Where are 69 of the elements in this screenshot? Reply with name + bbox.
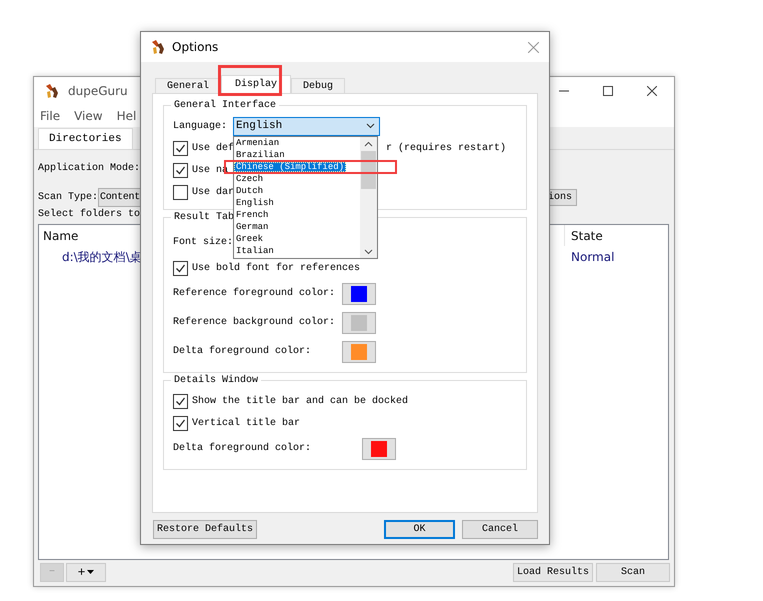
language-label: Language: xyxy=(173,120,228,132)
dropdown-option[interactable]: German xyxy=(234,222,270,232)
tab[interactable]: Directories xyxy=(38,128,133,149)
application-mode-label: Application Mode: xyxy=(38,163,140,175)
color-label: Reference background color: xyxy=(173,317,336,328)
checkbox[interactable] xyxy=(173,162,188,178)
menu-item[interactable]: Hel xyxy=(116,108,136,122)
checkbox[interactable] xyxy=(173,394,188,408)
color-picker-button[interactable] xyxy=(342,340,376,362)
app-logo-icon xyxy=(44,82,60,98)
scan-type-label: Scan Type: xyxy=(38,192,98,203)
cancel-button[interactable]: Cancel xyxy=(462,520,538,539)
check-icon xyxy=(175,396,186,406)
checkbox[interactable] xyxy=(173,140,188,156)
load-results-button[interactable]: Load Results xyxy=(513,562,593,582)
color-label: Delta foreground color: xyxy=(173,346,312,357)
close-icon[interactable] xyxy=(647,86,657,96)
dropdown-option[interactable]: Armenian xyxy=(234,138,282,148)
color-picker-button[interactable] xyxy=(342,312,376,334)
select-folders-label: Select folders to xyxy=(38,209,140,222)
checkbox-label: r (requires restart) xyxy=(386,142,506,154)
check-icon xyxy=(175,262,186,274)
menu-item[interactable]: File xyxy=(40,108,60,122)
table-cell-text: d:\我的文档\桌 xyxy=(61,248,142,266)
dialog-title: Options xyxy=(172,40,218,54)
color-label: Delta foreground color: xyxy=(173,443,312,454)
dropdown-option[interactable]: Italian xyxy=(234,246,276,256)
checkbox-label: Vertical title bar xyxy=(192,418,300,428)
scroll-down-icon[interactable] xyxy=(364,248,373,254)
dropdown-option[interactable]: Chinese (Simplified) xyxy=(234,162,346,172)
color-picker-button[interactable] xyxy=(342,282,376,304)
checkbox[interactable] xyxy=(173,184,188,200)
color-label: Reference foreground color: xyxy=(173,288,336,299)
group-title: Details Window xyxy=(173,375,260,386)
caret-icon xyxy=(87,570,94,574)
tab[interactable]: Display xyxy=(221,75,292,93)
dropdown-option[interactable]: Brazilian xyxy=(234,150,287,160)
dropdown-option[interactable]: Dutch xyxy=(234,186,266,196)
table-cell-text: Normal xyxy=(570,249,616,266)
checkbox[interactable] xyxy=(173,416,188,430)
checkbox-label: Use bold font for references xyxy=(192,262,360,274)
add-button[interactable]: + xyxy=(66,562,106,582)
maximize-icon[interactable] xyxy=(603,86,613,96)
dropdown-option[interactable]: French xyxy=(234,210,270,220)
color-picker-button[interactable] xyxy=(362,438,396,460)
group-title: General Interface xyxy=(173,100,278,111)
menu-item[interactable]: View xyxy=(74,108,103,122)
dropdown-option[interactable]: English xyxy=(234,198,276,208)
restore-defaults-button[interactable]: Restore Defaults xyxy=(153,520,258,539)
window-title: dupeGuru xyxy=(68,84,128,98)
checkbox-label: Show the title bar and can be docked xyxy=(192,396,408,406)
check-icon xyxy=(175,418,186,428)
column-header[interactable]: State xyxy=(564,225,668,246)
check-icon xyxy=(175,164,186,176)
chevron-down-icon xyxy=(366,123,375,129)
scan-button[interactable]: Scan xyxy=(596,562,670,582)
column-header[interactable]: Name xyxy=(39,228,78,242)
tab[interactable]: Debug xyxy=(291,78,346,93)
font-size-label: Font size: xyxy=(173,236,234,248)
checkbox-label: Use def xyxy=(192,142,234,154)
group-title: Result Tab xyxy=(173,212,236,223)
dropdown-option[interactable]: Greek xyxy=(234,234,266,244)
scroll-up-icon[interactable] xyxy=(364,140,373,146)
app-logo-icon xyxy=(150,39,166,55)
checkbox-label: Use dar xyxy=(192,186,234,198)
check-icon xyxy=(175,142,186,154)
dropdown-option[interactable]: Czech xyxy=(234,174,266,184)
ok-button[interactable]: OK xyxy=(384,520,455,539)
checkbox[interactable] xyxy=(173,260,188,276)
